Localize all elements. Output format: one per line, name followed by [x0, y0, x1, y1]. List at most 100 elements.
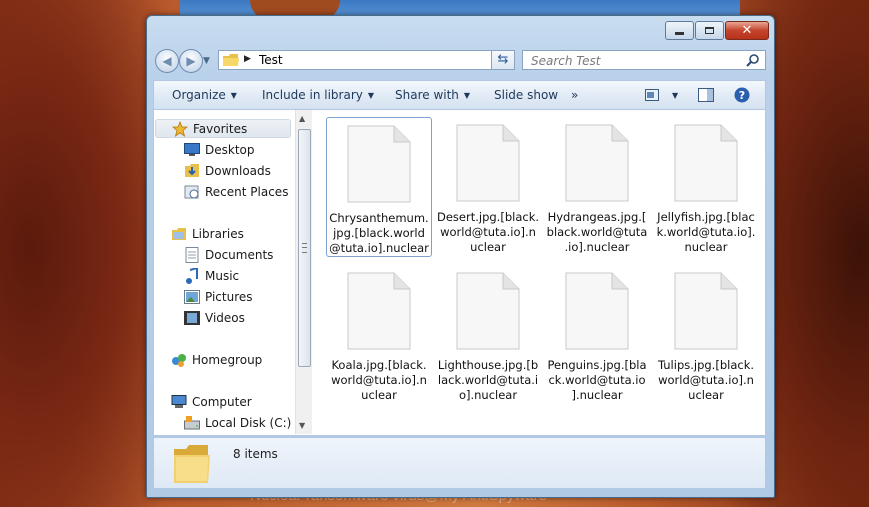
sidebar-item-homegroup[interactable]: Homegroup	[171, 350, 262, 369]
sidebar-item-music[interactable]: Music	[184, 266, 239, 285]
help-icon: ?	[734, 87, 750, 103]
sidebar-item-label: Libraries	[192, 226, 244, 241]
maximize-button[interactable]	[695, 21, 724, 40]
sidebar-item-computer[interactable]: Computer	[171, 392, 252, 411]
navigation-scrollbar[interactable]: ▲ ▼	[295, 110, 312, 434]
sidebar-item-local-disk[interactable]: Local Disk (C:)	[184, 413, 291, 432]
organize-label: Organize	[172, 88, 226, 102]
maximize-icon	[705, 27, 714, 34]
pictures-icon	[184, 289, 200, 305]
file-item[interactable]: Tulips.jpg.[black. world@tuta.io].n uclear	[653, 265, 759, 405]
file-item[interactable]: Penguins.jpg.[bla ck.world@tuta.io].nucle…	[544, 265, 650, 405]
scroll-down-icon[interactable]: ▼	[299, 421, 305, 430]
address-bar[interactable]: ▶ Test ▼	[218, 50, 514, 70]
sidebar-item-desktop[interactable]: Desktop	[184, 140, 255, 159]
computer-icon	[171, 394, 187, 410]
sidebar-item-label: Local Disk (C:)	[205, 415, 292, 430]
sidebar-item-label: Favorites	[193, 121, 248, 136]
blank-file-icon	[674, 124, 738, 202]
more-label: »	[571, 88, 579, 102]
sidebar-item-label: Computer	[192, 394, 252, 409]
file-name: Desert.jpg.[black. world@tuta.io].n uclear	[437, 210, 540, 254]
forward-arrow-icon: ▶	[186, 54, 196, 68]
recent-pages-dropdown[interactable]: ▼	[203, 56, 210, 66]
file-item[interactable]: Chrysanthemum. jpg.[black.world @tuta.io].…	[326, 117, 432, 257]
file-name: Tulips.jpg.[black. world@tuta.io].n uclear	[657, 358, 755, 402]
file-item[interactable]: Lighthouse.jpg.[b lack.world@tuta.i o].nuc…	[435, 265, 541, 405]
search-box[interactable]	[522, 50, 766, 70]
organize-button[interactable]: Organize ▼	[172, 88, 237, 102]
navigation-pane: Favorites Desktop Downloads Recent Place…	[154, 110, 295, 434]
sidebar-item-libraries[interactable]: Libraries	[171, 224, 244, 243]
blank-file-icon	[456, 124, 520, 202]
slide-show-button[interactable]: Slide show	[494, 88, 558, 102]
chevron-down-icon: ▼	[672, 91, 679, 100]
blank-file-icon	[565, 124, 629, 202]
sidebar-item-downloads[interactable]: Downloads	[184, 161, 271, 180]
file-list: Chrysanthemum. jpg.[black.world @tuta.io].…	[325, 117, 765, 427]
share-with-label: Share with	[395, 88, 459, 102]
scroll-up-icon[interactable]: ▲	[299, 114, 305, 123]
preview-pane-button[interactable]	[698, 88, 714, 105]
forward-button[interactable]: ▶	[179, 49, 203, 73]
blank-file-icon	[347, 125, 411, 203]
search-input[interactable]	[529, 53, 733, 69]
share-with-button[interactable]: Share with ▼	[395, 88, 470, 102]
svg-text:?: ?	[739, 89, 745, 102]
breadcrumb-separator-icon[interactable]: ▶	[244, 54, 251, 64]
file-item[interactable]: Desert.jpg.[black. world@tuta.io].n uclear	[435, 117, 541, 257]
include-in-library-button[interactable]: Include in library ▼	[262, 88, 374, 102]
scrollbar-thumb[interactable]	[298, 129, 311, 367]
downloads-icon	[184, 163, 200, 179]
sidebar-item-videos[interactable]: Videos	[184, 308, 245, 327]
details-pane: 8 items	[153, 437, 766, 489]
sidebar-item-pictures[interactable]: Pictures	[184, 287, 253, 306]
star-icon	[172, 120, 188, 137]
more-commands-button[interactable]: »	[571, 88, 578, 102]
file-name: Koala.jpg.[black. world@tuta.io].n uclear	[331, 358, 427, 402]
file-item[interactable]: Koala.jpg.[black. world@tuta.io].n uclear	[326, 265, 432, 405]
file-item[interactable]: Jellyfish.jpg.[blac k.world@tuta.io]. nucl…	[653, 117, 759, 257]
blank-file-icon	[565, 272, 629, 350]
file-name: Lighthouse.jpg.[b lack.world@tuta.i o].nuc…	[437, 358, 539, 402]
address-path[interactable]: Test	[259, 53, 283, 67]
blank-file-icon	[456, 272, 520, 350]
sidebar-item-label: Videos	[205, 310, 245, 325]
folder-icon	[172, 443, 212, 488]
refresh-button[interactable]: ⇆	[491, 50, 515, 70]
help-button[interactable]: ?	[734, 87, 750, 106]
videos-icon	[184, 310, 200, 326]
chevron-down-icon: ▼	[230, 91, 237, 100]
blank-file-icon	[347, 272, 411, 350]
sidebar-item-documents[interactable]: Documents	[184, 245, 273, 264]
back-button[interactable]: ◀	[155, 49, 179, 73]
explorer-window: ✕ ◀ ▶ ▼ ▶ Test ▼ ⇆ Organize ▼ Include in …	[146, 15, 775, 498]
desktop-icon	[184, 142, 200, 158]
sidebar-item-label: Pictures	[205, 289, 253, 304]
chevron-down-icon: ▼	[463, 91, 471, 100]
file-name: Jellyfish.jpg.[blac k.world@tuta.io]. nucl…	[656, 210, 756, 254]
minimize-button[interactable]	[665, 21, 694, 40]
close-button[interactable]: ✕	[725, 21, 769, 40]
folder-icon	[223, 54, 239, 70]
sidebar-item-favorites[interactable]: Favorites	[155, 119, 291, 138]
refresh-icon: ⇆	[497, 52, 509, 67]
file-name: Chrysanthemum. jpg.[black.world @tuta.io].…	[329, 211, 429, 255]
libraries-icon	[171, 226, 187, 242]
sidebar-item-label: Homegroup	[192, 352, 263, 367]
caption-buttons: ✕	[665, 21, 769, 40]
content-area: Favorites Desktop Downloads Recent Place…	[153, 110, 766, 436]
include-in-library-label: Include in library	[262, 88, 363, 102]
item-count: 8 items	[233, 447, 278, 461]
music-icon	[184, 267, 200, 284]
sidebar-item-label: Music	[205, 268, 240, 283]
sidebar-item-label: Recent Places	[205, 184, 289, 199]
change-view-button[interactable]	[645, 89, 659, 104]
search-icon[interactable]	[746, 53, 760, 70]
view-options-dropdown[interactable]: ▼	[667, 88, 678, 102]
close-icon: ✕	[741, 23, 753, 38]
chevron-down-icon: ▼	[367, 91, 375, 100]
file-item[interactable]: Hydrangeas.jpg.[black.world@tuta .io].nuc…	[544, 117, 650, 257]
grip-icon	[302, 243, 307, 253]
sidebar-item-recent-places[interactable]: Recent Places	[184, 182, 288, 201]
